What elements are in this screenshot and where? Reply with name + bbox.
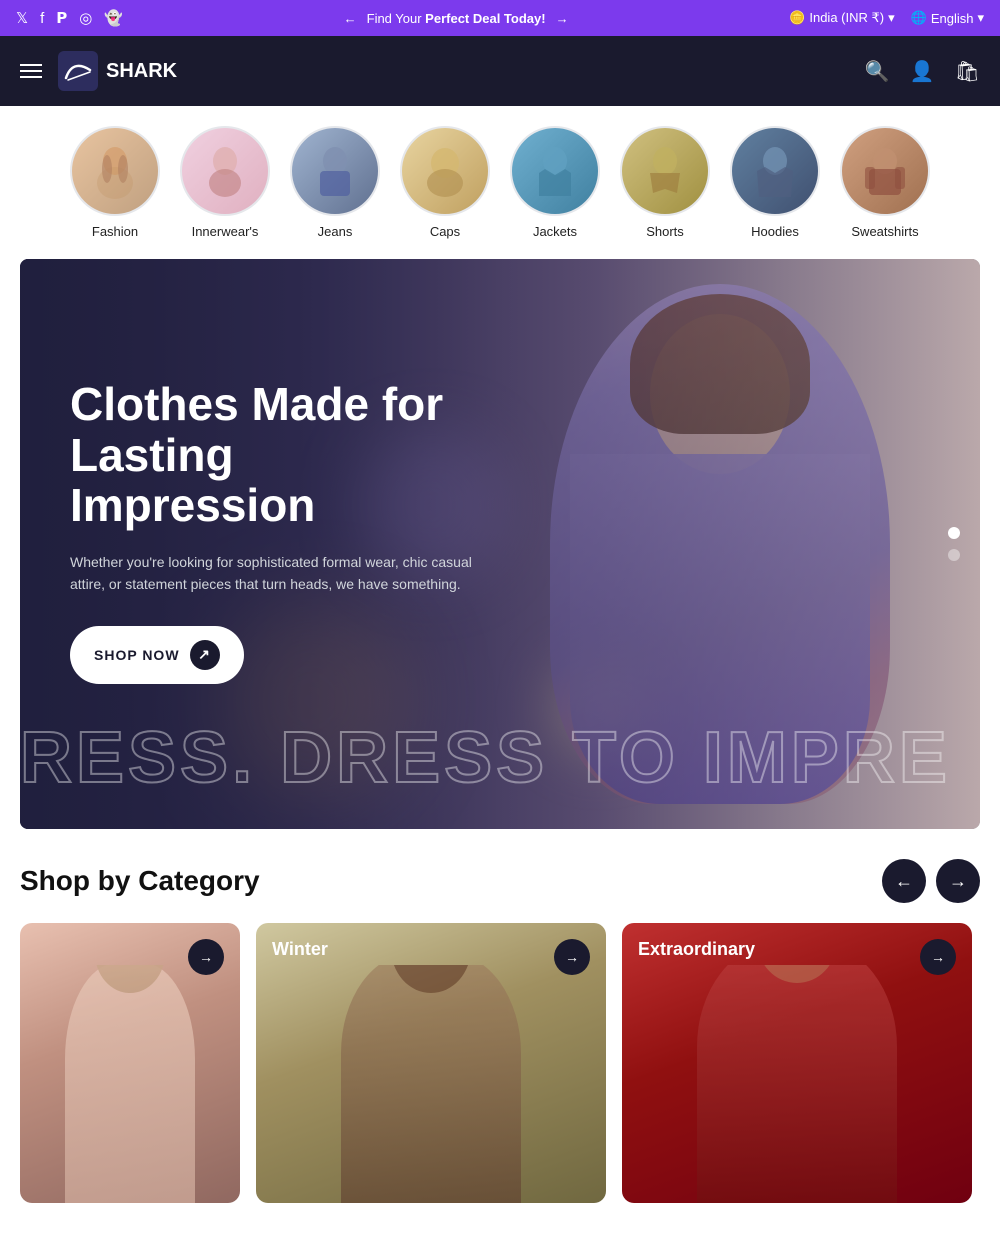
category-label-shorts: Shorts: [646, 224, 684, 239]
category-cards: → Winter → Extraordinary →: [20, 923, 980, 1203]
top-bar-right: 🪙 India (INR ₹) ▾ 🌐 English ▾: [789, 10, 984, 26]
category-card-label-extraordinary: Extraordinary: [638, 939, 755, 960]
facebook-icon[interactable]: f: [40, 10, 44, 27]
hero-description: Whether you're looking for sophisticated…: [70, 551, 490, 596]
category-label-sweatshirts: Sweatshirts: [851, 224, 918, 239]
lang-chevron-icon: ▾: [977, 10, 984, 26]
language-selector[interactable]: 🌐 English ▾: [911, 10, 984, 26]
person-silhouette-1: [20, 965, 240, 1203]
region-selector[interactable]: 🪙 India (INR ₹) ▾: [789, 10, 894, 26]
search-icon[interactable]: 🔍: [865, 59, 890, 84]
user-icon[interactable]: 👤: [910, 59, 935, 84]
hero-dot-2[interactable]: [948, 549, 960, 561]
currency-icon: 🪙: [789, 10, 805, 26]
category-item-sweatshirts[interactable]: Sweatshirts: [840, 126, 930, 239]
arrow-right-icon[interactable]: →: [556, 11, 569, 26]
category-strip: Fashion Innerwear's Jeans Caps: [0, 106, 1000, 259]
shop-now-label: SHOP NOW: [94, 647, 180, 663]
instagram-icon[interactable]: ◎: [79, 9, 92, 27]
top-bar: 𝕏 f 𝗣 ◎ 👻 ← Find Your Perfect Deal Today…: [0, 0, 1000, 36]
twitter-icon[interactable]: 𝕏: [16, 9, 28, 27]
category-circle-innerwear: [180, 126, 270, 216]
category-card-winter[interactable]: Winter →: [256, 923, 606, 1203]
category-label-hoodies: Hoodies: [751, 224, 799, 239]
region-label: India (INR ₹): [809, 10, 884, 26]
hero-content: Clothes Made for Lasting Impression Whet…: [70, 379, 490, 684]
category-label-jackets: Jackets: [533, 224, 577, 239]
category-circle-jeans: [290, 126, 380, 216]
person-silhouette-winter: [256, 965, 606, 1203]
hamburger-menu[interactable]: [20, 64, 42, 78]
snapchat-icon[interactable]: 👻: [104, 9, 123, 27]
promo-bar: ← Find Your Perfect Deal Today! →: [344, 11, 569, 26]
hero-banner: Clothes Made for Lasting Impression Whet…: [20, 259, 980, 829]
hero-dots: [948, 527, 960, 561]
category-label-fashion: Fashion: [92, 224, 138, 239]
category-item-innerwear[interactable]: Innerwear's: [180, 126, 270, 239]
category-item-fashion[interactable]: Fashion: [70, 126, 160, 239]
language-label: English: [931, 11, 974, 26]
section-header: Shop by Category ← →: [20, 859, 980, 903]
section-title: Shop by Category: [20, 865, 260, 897]
shop-now-button[interactable]: SHOP NOW ↗: [70, 626, 244, 684]
category-circle-hoodies: [730, 126, 820, 216]
category-circle-fashion: [70, 126, 160, 216]
header-right: 🔍 👤 🛍: [865, 59, 980, 84]
header: SHARK 🔍 👤 🛍: [0, 36, 1000, 106]
hero-dot-1[interactable]: [948, 527, 960, 539]
promo-text: Find Your Perfect Deal Today!: [367, 11, 546, 26]
arrow-left-icon[interactable]: ←: [344, 11, 357, 26]
category-prev-button[interactable]: ←: [882, 859, 926, 903]
logo-text: SHARK: [106, 60, 177, 83]
globe-icon: 🌐: [911, 10, 927, 26]
header-left: SHARK: [20, 51, 177, 91]
category-item-jackets[interactable]: Jackets: [510, 126, 600, 239]
logo[interactable]: SHARK: [58, 51, 177, 91]
social-links: 𝕏 f 𝗣 ◎ 👻: [16, 9, 123, 27]
person-silhouette-extraordinary: [622, 965, 972, 1203]
category-card-label-winter: Winter: [272, 939, 328, 960]
pinterest-icon[interactable]: 𝗣: [56, 9, 67, 27]
hero-title: Clothes Made for Lasting Impression: [70, 379, 490, 531]
shop-now-arrow-icon: ↗: [190, 640, 220, 670]
logo-icon: [58, 51, 98, 91]
shop-by-category-section: Shop by Category ← → → Winter →: [0, 829, 1000, 1213]
cart-icon[interactable]: 🛍: [955, 59, 980, 84]
category-next-button[interactable]: →: [936, 859, 980, 903]
category-circle-shorts: [620, 126, 710, 216]
category-item-caps[interactable]: Caps: [400, 126, 490, 239]
region-chevron-icon: ▾: [888, 10, 895, 26]
category-circle-caps: [400, 126, 490, 216]
hero-marquee: RESS. DRESS TO IMPRE: [20, 717, 980, 799]
section-nav: ← →: [882, 859, 980, 903]
category-circle-sweatshirts: [840, 126, 930, 216]
category-circle-jackets: [510, 126, 600, 216]
category-card-1[interactable]: →: [20, 923, 240, 1203]
category-item-hoodies[interactable]: Hoodies: [730, 126, 820, 239]
category-item-jeans[interactable]: Jeans: [290, 126, 380, 239]
category-item-shorts[interactable]: Shorts: [620, 126, 710, 239]
category-label-caps: Caps: [430, 224, 460, 239]
category-label-innerwear: Innerwear's: [192, 224, 259, 239]
category-card-extraordinary[interactable]: Extraordinary →: [622, 923, 972, 1203]
category-label-jeans: Jeans: [318, 224, 353, 239]
